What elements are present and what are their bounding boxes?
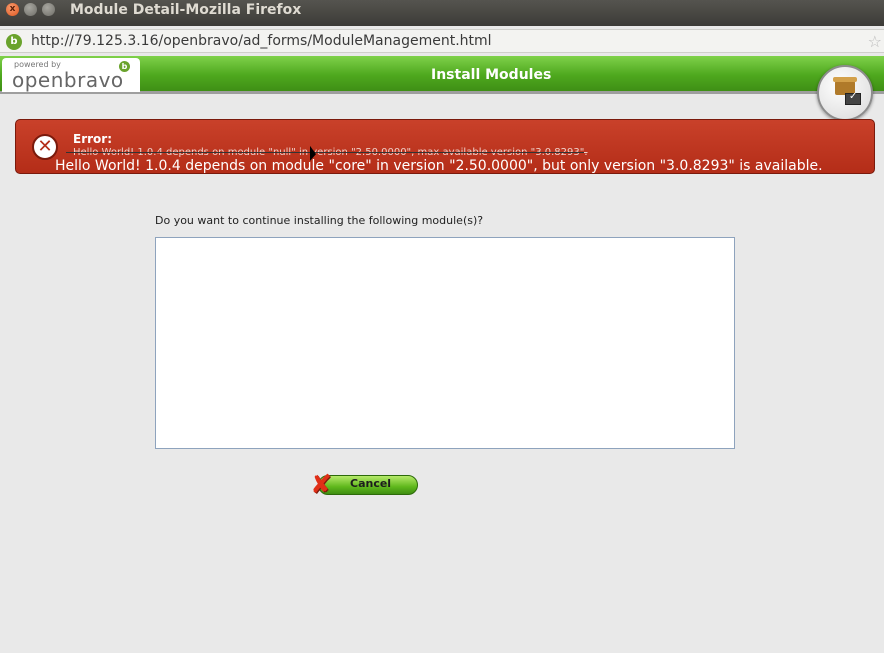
window-title: Module Detail-Mozilla Firefox xyxy=(70,2,302,18)
app-header: powered by openbravo b Install Modules xyxy=(0,56,884,94)
install-question: Do you want to continue installing the f… xyxy=(155,214,484,227)
window-maximize-button[interactable] xyxy=(42,3,55,16)
cancel-button-label[interactable]: Cancel xyxy=(350,477,391,490)
openbravo-logo: powered by openbravo b xyxy=(2,58,140,92)
error-message: Hello World! 1.0.4 depends on module "co… xyxy=(55,158,823,174)
module-package-icon xyxy=(817,65,873,121)
bookmark-star-icon[interactable]: ☆ xyxy=(868,32,882,51)
error-message-box: ✕ Error: Hello World! 1.0.4 depends on m… xyxy=(15,119,875,174)
cancel-x-icon[interactable]: ✘ xyxy=(308,472,334,498)
strike-line xyxy=(66,152,584,153)
logo-name: openbravo xyxy=(12,68,124,92)
site-identity-icon[interactable]: b xyxy=(6,34,22,50)
url-text[interactable]: http://79.125.3.16/openbravo/ad_forms/Mo… xyxy=(31,33,492,49)
window-titlebar: x Module Detail-Mozilla Firefox xyxy=(0,0,884,26)
logo-badge-icon: b xyxy=(119,61,130,72)
window-minimize-button[interactable] xyxy=(24,3,37,16)
module-list[interactable] xyxy=(155,237,735,449)
error-icon: ✕ xyxy=(32,134,58,160)
window-close-button[interactable]: x xyxy=(6,3,19,16)
mouse-cursor-icon xyxy=(310,145,316,164)
page-title: Install Modules xyxy=(431,67,552,83)
address-bar[interactable]: b http://79.125.3.16/openbravo/ad_forms/… xyxy=(0,29,884,53)
cancel-button[interactable]: ✘ Cancel xyxy=(308,472,418,498)
error-title: Error: xyxy=(73,132,112,146)
